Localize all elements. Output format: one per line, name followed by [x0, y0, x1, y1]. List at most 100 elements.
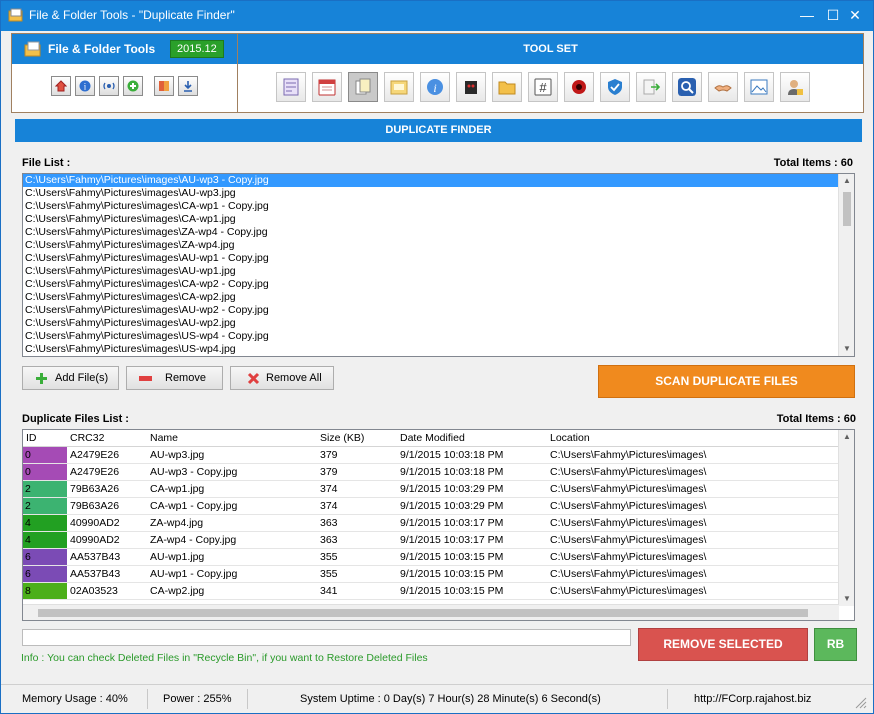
table-row[interactable]: 0 A2479E26 AU-wp3 - Copy.jpg 379 9/1/2015 10…: [23, 464, 839, 481]
tool-virus-button[interactable]: [564, 72, 594, 102]
app-logo-icon: [24, 41, 41, 57]
broadcast-icon: [103, 82, 115, 90]
add-tool-button[interactable]: [123, 76, 143, 96]
file-list-item[interactable]: C:\Users\Fahmy\Pictures\images\CA-wp2.jp…: [23, 291, 854, 304]
cell-loc: C:\Users\Fahmy\Pictures\images\: [550, 585, 707, 597]
maximize-button[interactable]: ☐: [821, 5, 845, 25]
cell-id: 4: [23, 515, 67, 531]
tool-hash-button[interactable]: #: [528, 72, 558, 102]
table-row[interactable]: 4 40990AD2 ZA-wp4 - Copy.jpg 363 9/1/2015 10…: [23, 532, 839, 549]
remove-button[interactable]: Remove: [126, 366, 223, 390]
scroll-down-icon[interactable]: ▼: [839, 342, 854, 356]
table-row[interactable]: 6 AA537B43 AU-wp1 - Copy.jpg 355 9/1/2015 10…: [23, 566, 839, 583]
remove-all-button[interactable]: Remove All: [230, 366, 334, 390]
add-files-button[interactable]: Add File(s): [22, 366, 119, 390]
tool-image-button[interactable]: [744, 72, 774, 102]
file-list-item[interactable]: C:\Users\Fahmy\Pictures\images\AU-wp1 - …: [23, 252, 854, 265]
grid-horizontal-scrollbar[interactable]: [23, 604, 839, 620]
home-button[interactable]: [51, 76, 71, 96]
col-location[interactable]: Location: [550, 432, 590, 444]
file-list-item[interactable]: C:\Users\Fahmy\Pictures\images\AU-wp3.jp…: [23, 187, 854, 200]
download-button[interactable]: [178, 76, 198, 96]
minimize-button[interactable]: —: [795, 5, 819, 25]
close-button[interactable]: ✕: [843, 5, 867, 25]
book-button[interactable]: [154, 76, 174, 96]
broadcast-button[interactable]: [99, 76, 119, 96]
cell-date: 9/1/2015 10:03:15 PM: [400, 585, 504, 597]
tool-folder-note-button[interactable]: [384, 72, 414, 102]
tool-user-lock-button[interactable]: [780, 72, 810, 102]
duplicate-files-grid[interactable]: ID CRC32 Name Size (KB) Date Modified Lo…: [22, 429, 855, 621]
file-list-item[interactable]: C:\Users\Fahmy\Pictures\images\CA-wp1.jp…: [23, 213, 854, 226]
col-name[interactable]: Name: [150, 432, 178, 444]
scroll-up-icon[interactable]: ▲: [839, 174, 854, 188]
file-list-item[interactable]: C:\Users\Fahmy\Pictures\images\AU-wp1.jp…: [23, 265, 854, 278]
tool-folder-button[interactable]: [492, 72, 522, 102]
table-row[interactable]: 6 AA537B43 AU-wp1.jpg 355 9/1/2015 10:03:15 …: [23, 549, 839, 566]
cell-size: 374: [320, 500, 338, 512]
files-icon: [355, 78, 371, 95]
cell-loc: C:\Users\Fahmy\Pictures\images\: [550, 449, 707, 461]
tool-form-button[interactable]: [276, 72, 306, 102]
tool-calendar-button[interactable]: [312, 72, 342, 102]
tool-shield-button[interactable]: [600, 72, 630, 102]
progress-bar: [22, 629, 631, 646]
table-row[interactable]: 8 02A03523 CA-wp2.jpg 341 9/1/2015 10:03:15 …: [23, 583, 839, 600]
file-list-item[interactable]: C:\Users\Fahmy\Pictures\images\CA-wp1 - …: [23, 200, 854, 213]
cell-name: ZA-wp4.jpg: [150, 517, 204, 529]
file-list-item[interactable]: C:\Users\Fahmy\Pictures\images\US-wp4 - …: [23, 330, 854, 343]
cell-name: AU-wp1.jpg: [150, 551, 205, 563]
tool-duplicate-finder-button[interactable]: [348, 72, 378, 102]
tool-info-button[interactable]: i: [420, 72, 450, 102]
resize-grip-icon[interactable]: [855, 697, 867, 709]
grid-vertical-scrollbar[interactable]: ▲ ▼: [838, 430, 854, 606]
file-list-item[interactable]: C:\Users\Fahmy\Pictures\images\AU-wp2.jp…: [23, 317, 854, 330]
cell-size: 355: [320, 551, 338, 563]
tool-export-button[interactable]: [636, 72, 666, 102]
file-list-scrollbar[interactable]: ▲ ▼: [838, 174, 854, 356]
table-row[interactable]: 2 79B63A26 CA-wp1 - Copy.jpg 374 9/1/2015 10…: [23, 498, 839, 515]
col-size[interactable]: Size (KB): [320, 432, 364, 444]
remove-selected-button[interactable]: REMOVE SELECTED: [638, 628, 808, 661]
grid-hscroll-thumb[interactable]: [38, 609, 808, 617]
recycle-bin-button[interactable]: RB: [814, 628, 857, 661]
file-list-item[interactable]: C:\Users\Fahmy\Pictures\images\CA-wp2 - …: [23, 278, 854, 291]
col-crc32[interactable]: CRC32: [70, 432, 104, 444]
file-list-item[interactable]: C:\Users\Fahmy\Pictures\images\AU-wp3 - …: [23, 174, 854, 187]
cell-date: 9/1/2015 10:03:18 PM: [400, 466, 504, 478]
tool-handshake-button[interactable]: [708, 72, 738, 102]
table-row[interactable]: 2 79B63A26 CA-wp1.jpg 374 9/1/2015 10:03:29 …: [23, 481, 839, 498]
robot-icon: [465, 81, 477, 94]
file-list-item[interactable]: C:\Users\Fahmy\Pictures\images\US-wp4.jp…: [23, 343, 854, 356]
file-list-item[interactable]: C:\Users\Fahmy\Pictures\images\ZA-wp4.jp…: [23, 239, 854, 252]
svg-text:i: i: [433, 81, 436, 95]
cell-name: AU-wp1 - Copy.jpg: [150, 568, 238, 580]
grid-scroll-down-icon[interactable]: ▼: [839, 592, 854, 606]
app-header: File & Folder Tools 2015.12: [12, 34, 237, 64]
cell-date: 9/1/2015 10:03:17 PM: [400, 517, 504, 529]
grid-scroll-up-icon[interactable]: ▲: [839, 430, 854, 444]
minus-icon: [139, 376, 152, 381]
download-icon: [184, 81, 192, 92]
scroll-thumb[interactable]: [843, 192, 851, 226]
cell-id: 0: [23, 447, 67, 463]
toolset-title: TOOL SET: [523, 43, 578, 55]
file-list[interactable]: C:\Users\Fahmy\Pictures\images\AU-wp3 - …: [22, 173, 855, 357]
cell-size: 379: [320, 449, 338, 461]
table-row[interactable]: 4 40990AD2 ZA-wp4.jpg 363 9/1/2015 10:03:17 …: [23, 515, 839, 532]
col-id[interactable]: ID: [26, 432, 37, 444]
table-row[interactable]: 0 A2479E26 AU-wp3.jpg 379 9/1/2015 10:03:18 …: [23, 447, 839, 464]
tool-robot-button[interactable]: [456, 72, 486, 102]
file-list-item[interactable]: C:\Users\Fahmy\Pictures\images\AU-wp2 - …: [23, 304, 854, 317]
website-link[interactable]: http://FCorp.rajahost.biz: [694, 693, 811, 705]
scan-duplicate-files-button[interactable]: SCAN DUPLICATE FILES: [598, 365, 855, 398]
col-date-modified[interactable]: Date Modified: [400, 432, 465, 444]
plus-icon: [36, 373, 47, 384]
hash-icon: #: [534, 78, 552, 96]
about-button[interactable]: i: [75, 76, 95, 96]
client-area: File & Folder Tools 2015.12 TOOL SET i i…: [1, 31, 873, 713]
tool-search-button[interactable]: [672, 72, 702, 102]
title-bar[interactable]: File & Folder Tools - "Duplicate Finder"…: [1, 1, 873, 31]
cell-date: 9/1/2015 10:03:15 PM: [400, 568, 504, 580]
file-list-item[interactable]: C:\Users\Fahmy\Pictures\images\ZA-wp4 - …: [23, 226, 854, 239]
